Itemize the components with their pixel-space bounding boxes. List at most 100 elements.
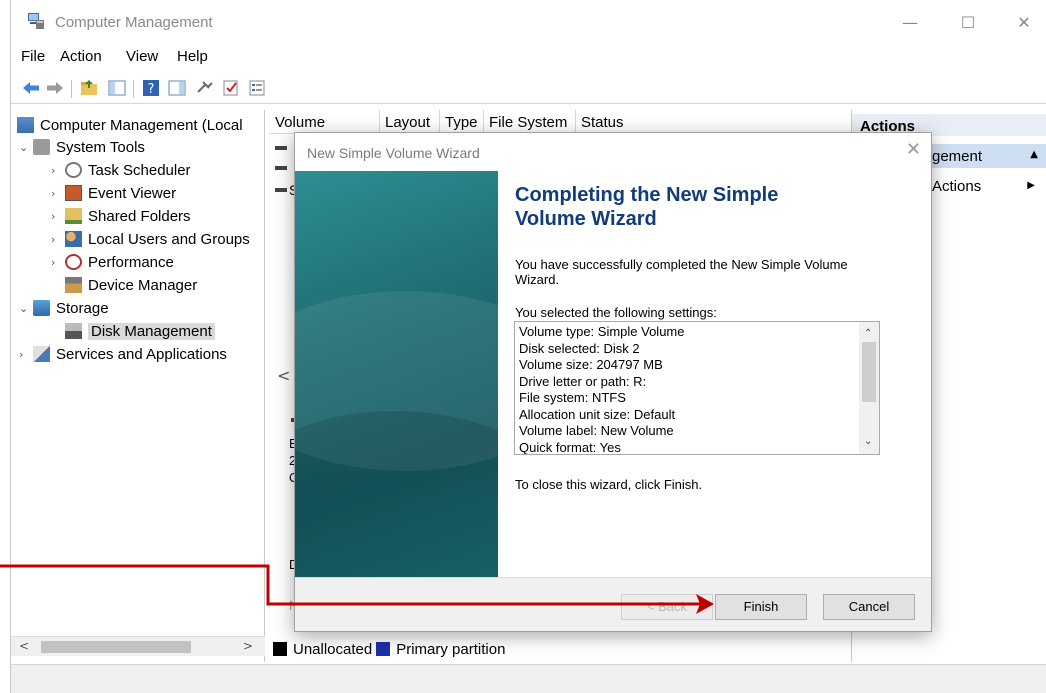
minimize-button[interactable]: — (887, 10, 933, 36)
legend-primary-label: Primary partition (396, 640, 506, 658)
tree-item-storage[interactable]: ⌄ Storage (19, 297, 109, 319)
connect-icon[interactable] (195, 78, 215, 98)
scrollbar-thumb[interactable] (862, 342, 876, 402)
tree-item-local-users-groups[interactable]: › Local Users and Groups (51, 228, 250, 250)
tree-item-computer-management[interactable]: Computer Management (Local (17, 114, 243, 136)
disk-management-icon (65, 323, 82, 339)
chevron-down-icon[interactable]: ⌄ (19, 302, 33, 315)
more-actions-link[interactable]: Actions (932, 178, 981, 195)
setting-line: File system: NTFS (519, 390, 626, 405)
chevron-right-icon[interactable]: › (19, 348, 33, 361)
scroll-right-icon[interactable]: > (243, 639, 253, 653)
new-simple-volume-wizard-dialog: New Simple Volume Wizard ✕ Completing th… (294, 132, 932, 632)
menu-action[interactable]: Action (60, 48, 102, 65)
services-icon (33, 346, 50, 362)
tree-item-performance[interactable]: › Performance (51, 251, 174, 273)
properties-icon[interactable] (247, 78, 267, 98)
window-title: Computer Management (55, 14, 213, 31)
primary-partition-swatch (376, 642, 391, 656)
tree-item-label: Performance (88, 253, 174, 271)
setting-line: Quick format: Yes (519, 439, 621, 455)
storage-icon (33, 300, 50, 316)
tree-item-event-viewer[interactable]: › Event Viewer (51, 182, 176, 204)
dialog-close-icon[interactable]: ✕ (906, 139, 921, 160)
column-header: Volume Layout Type File System Status (269, 110, 849, 134)
tree-item-task-scheduler[interactable]: › Task Scheduler (51, 159, 191, 181)
setting-line: Disk selected: Disk 2 (519, 340, 640, 356)
tree-item-label: Computer Management (Local (40, 116, 243, 134)
chevron-right-icon[interactable]: › (51, 233, 65, 246)
scroll-left-icon[interactable]: < (19, 639, 29, 653)
column-status[interactable]: Status (575, 114, 624, 131)
chevron-right-icon[interactable]: › (51, 187, 65, 200)
settings-vertical-scrollbar[interactable]: ⌃ ⌄ (859, 322, 879, 454)
scroll-left-icon[interactable]: < (277, 366, 290, 385)
back-button[interactable]: < Back (621, 594, 713, 620)
column-type[interactable]: Type (439, 114, 478, 131)
cancel-button[interactable]: Cancel (823, 594, 915, 620)
chevron-right-icon[interactable]: › (51, 256, 65, 269)
tree-item-label: Local Users and Groups (88, 230, 250, 248)
shared-folder-icon (65, 208, 82, 224)
tree-item-label: Storage (56, 299, 109, 317)
tree-item-label: Services and Applications (56, 345, 227, 363)
title-bar: Computer Management — ☐ ✕ (11, 0, 1046, 44)
tree-item-label: Event Viewer (88, 184, 177, 202)
collapse-up-icon[interactable]: ▲ (1030, 149, 1038, 160)
menu-help[interactable]: Help (177, 48, 208, 65)
toolbar-separator (133, 80, 134, 98)
scroll-down-icon[interactable]: ⌄ (864, 434, 872, 451)
submenu-right-icon[interactable]: ▶ (1027, 180, 1035, 191)
checklist-icon[interactable] (221, 78, 241, 98)
settings-summary-box[interactable]: Volume type: Simple Volume Disk selected… (514, 321, 880, 455)
setting-line: Volume label: New Volume (519, 423, 674, 438)
tree-item-label: Task Scheduler (88, 161, 191, 179)
toolbar: ? (11, 74, 1046, 104)
legend-unallocated-label: Unallocated (293, 640, 373, 658)
console-tree: Computer Management (Local ⌄ System Tool… (11, 110, 265, 662)
tree-horizontal-scrollbar[interactable]: < > (11, 636, 265, 656)
forward-arrow-icon[interactable] (45, 78, 65, 98)
chevron-right-icon[interactable]: › (51, 164, 65, 177)
computer-management-icon (28, 13, 44, 29)
dialog-title: New Simple Volume Wizard (307, 145, 480, 161)
column-volume[interactable]: Volume (269, 114, 325, 131)
tree-item-label: System Tools (56, 138, 145, 156)
svg-text:?: ? (148, 82, 155, 97)
chevron-right-icon[interactable]: › (51, 210, 65, 223)
menu-file[interactable]: File (21, 48, 45, 65)
menu-bar: File Action View Help (11, 44, 1046, 72)
column-file-system[interactable]: File System (483, 114, 567, 131)
wizard-heading: Completing the New Simple Volume Wizard (515, 184, 779, 230)
tree-item-system-tools[interactable]: ⌄ System Tools (19, 136, 145, 158)
tree-item-device-manager[interactable]: Device Manager (65, 274, 197, 296)
chevron-down-icon[interactable]: ⌄ (19, 141, 33, 154)
tree-item-label: Shared Folders (88, 207, 191, 225)
volume-row-icon (275, 166, 287, 170)
show-hide-tree-icon[interactable] (107, 78, 127, 98)
back-arrow-icon[interactable] (21, 78, 41, 98)
banner-wave (295, 411, 498, 577)
tree-item-disk-management[interactable]: Disk Management (65, 320, 215, 342)
close-button[interactable]: ✕ (1001, 10, 1046, 36)
event-viewer-icon (65, 185, 82, 201)
tree-item-label: Disk Management (88, 322, 215, 340)
scrollbar-thumb[interactable] (41, 641, 191, 653)
volume-row-icon (275, 146, 287, 150)
menu-view[interactable]: View (126, 48, 158, 65)
setting-line: Allocation unit size: Default (519, 406, 676, 422)
actions-section-label: gement (932, 148, 983, 165)
column-layout[interactable]: Layout (379, 114, 430, 131)
users-icon (65, 231, 82, 247)
device-manager-icon (65, 277, 82, 293)
up-folder-icon[interactable] (79, 78, 99, 98)
scroll-up-icon[interactable]: ⌃ (864, 326, 872, 343)
tree-item-services-applications[interactable]: › Services and Applications (19, 343, 227, 365)
help-icon[interactable]: ? (141, 78, 161, 98)
maximize-button[interactable]: ☐ (945, 10, 991, 36)
toolbar-separator (71, 80, 72, 98)
show-hide-action-pane-icon[interactable] (167, 78, 187, 98)
more-actions-label: Actions (932, 178, 982, 195)
finish-button[interactable]: Finish (715, 594, 807, 620)
tree-item-shared-folders[interactable]: › Shared Folders (51, 205, 191, 227)
